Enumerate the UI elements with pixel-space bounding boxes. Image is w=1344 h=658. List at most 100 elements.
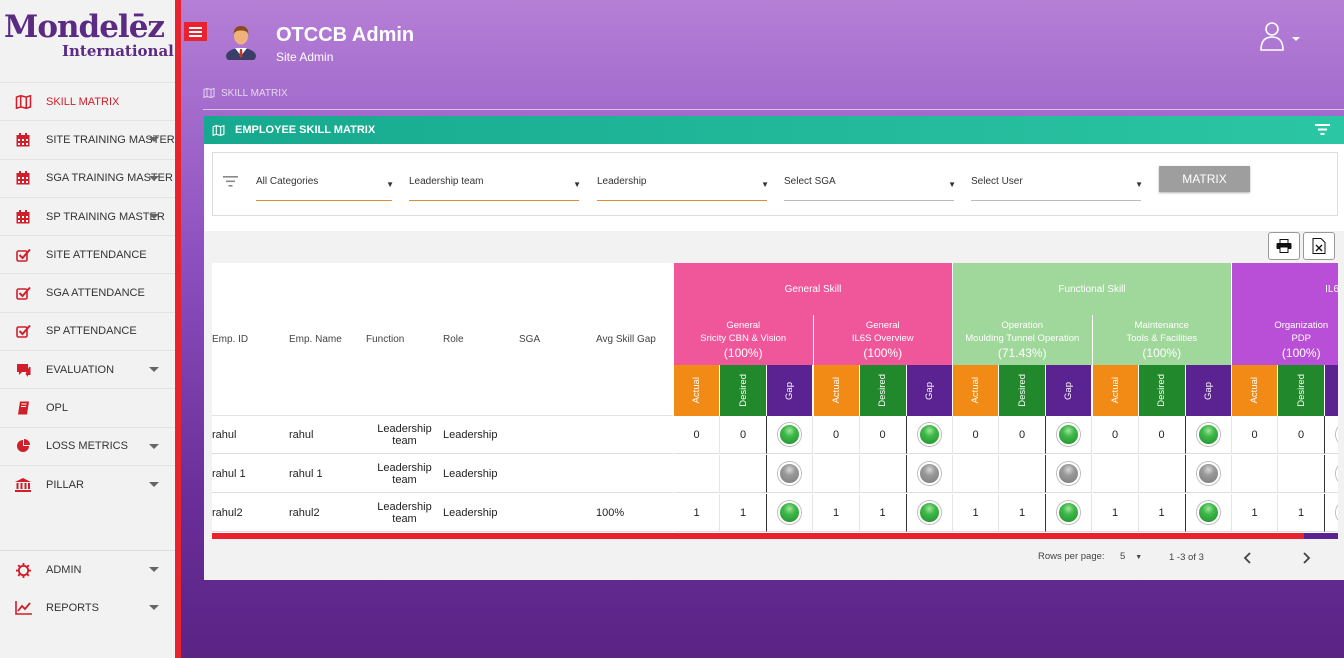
cell-desired-text: 0 — [1018, 428, 1026, 441]
skill-pct: (71.43%) — [997, 346, 1047, 361]
chevron-down-icon — [149, 605, 159, 611]
category-header: General Skill — [674, 263, 953, 315]
cell-role-text: Leadership — [443, 428, 498, 441]
logo-brand: Mondelēz — [4, 9, 165, 45]
dropdown-arrow-icon: ▼ — [1135, 554, 1143, 561]
skill-header: General IL6S Overview (100%) — [813, 315, 953, 365]
sga-select[interactable]: Select SGA ▼ — [784, 171, 956, 201]
skill-l1: General — [726, 320, 761, 332]
cell-gap — [1046, 494, 1092, 532]
sidebar-item-site-training-master[interactable]: SITE TRAINING MASTER — [0, 120, 175, 158]
cell-id-text: rahul 1 — [212, 467, 246, 480]
page-range: 1 -3 of 3 — [1169, 552, 1204, 563]
sidebar-item-sga-attendance[interactable]: SGA ATTENDANCE — [0, 273, 175, 311]
sidebar-item-sga-training-master[interactable]: SGA TRAINING MASTER — [0, 158, 175, 197]
sub-header-gap: Gap — [1185, 365, 1232, 416]
breadcrumb-label[interactable]: SKILL MATRIX — [221, 88, 288, 99]
matrix-button[interactable]: MATRIX — [1159, 166, 1250, 192]
sub-header-desired: Desired — [1278, 365, 1325, 416]
cell-desired — [859, 455, 907, 493]
filter-icon[interactable] — [1315, 124, 1330, 135]
horizontal-scrollbar[interactable] — [212, 533, 1338, 539]
role-select[interactable]: Leadership ▼ — [597, 171, 769, 201]
user-value: Select User — [971, 176, 1023, 187]
sidebar-item-label: REPORTS — [46, 602, 99, 615]
cell-gap — [1325, 455, 1338, 493]
sidebar-item-sp-attendance[interactable]: SP ATTENDANCE — [0, 311, 175, 350]
sidebar-item-skill-matrix[interactable]: SKILL MATRIX — [0, 82, 175, 120]
category-header: IL6S & Leadership S — [1232, 263, 1338, 315]
dropdown-arrow-icon: ▼ — [761, 180, 769, 189]
skill-header: Operation Moulding Tunnel Operation (71.43… — [953, 315, 1093, 365]
rows-per-page-select[interactable]: 5 ▼ — [1120, 551, 1142, 562]
sub-header-gap: Gap — [767, 365, 813, 416]
cell-name-text: rahul2 — [289, 506, 320, 519]
cell-desired — [1278, 455, 1325, 493]
function-value: Leadership team — [409, 176, 484, 187]
sub-header-actual: Actual — [1232, 365, 1278, 416]
app-title: OTCCB Admin — [276, 24, 415, 46]
sidebar: Mondelēz International SKILL MATRIX SITE … — [0, 0, 181, 658]
map-icon — [12, 93, 34, 111]
sidebar-item-opl[interactable]: OPL — [0, 388, 175, 426]
gap-status-icon — [1057, 462, 1080, 485]
sidebar-item-site-attendance[interactable]: SITE ATTENDANCE — [0, 235, 175, 273]
cell-desired-text: 1 — [1018, 506, 1026, 519]
skill-matrix-table: Emp. ID Emp. Name Function Role SGA Avg Skill… — [212, 263, 1338, 539]
skill-header: General Sricity CBN & Vision (100%) — [674, 315, 814, 365]
pagination: Rows per page: 5 ▼ 1 -3 of 3 — [204, 543, 1344, 573]
print-button[interactable] — [1268, 232, 1300, 260]
sidebar-item-admin[interactable]: ADMIN — [0, 551, 175, 589]
sub-header-gap: Gap — [1325, 365, 1338, 416]
cell-actual-text: 1 — [693, 506, 700, 519]
sidebar-item-sp-training-master[interactable]: SP TRAINING MASTER — [0, 196, 175, 235]
column-header-0-text: Emp. ID — [212, 333, 249, 345]
next-page-button[interactable] — [1302, 552, 1311, 564]
cell-avg: 100% — [596, 494, 673, 532]
cell-desired: 0 — [1278, 416, 1325, 454]
category-select[interactable]: All Categories ▼ — [256, 171, 394, 201]
user-account-dropdown[interactable] — [1258, 20, 1304, 52]
column-header-5: Avg Skill Gap — [596, 263, 673, 416]
chevron-down-icon — [149, 213, 159, 219]
skill-header: Organization PDP (100%) — [1232, 315, 1338, 365]
cell-function-text: Leadership team — [377, 461, 432, 486]
scrollbar-thumb[interactable] — [212, 533, 1304, 539]
user-select[interactable]: Select User ▼ — [971, 171, 1143, 201]
sub-header-desired-text: Desired — [1295, 374, 1307, 407]
sub-header-gap-text: Gap — [923, 381, 935, 400]
panel-header: EMPLOYEE SKILL MATRIX — [204, 116, 1344, 144]
sub-header-desired-text: Desired — [737, 374, 749, 407]
cell-actual: 0 — [813, 416, 860, 454]
skill-l1: Operation — [1001, 320, 1044, 332]
sidebar-item-reports[interactable]: REPORTS — [0, 589, 175, 627]
category-header-text: General Skill — [784, 283, 842, 295]
sidebar-item-loss-metrics[interactable]: LOSS METRICS — [0, 426, 175, 465]
cell-gap — [1325, 416, 1338, 454]
skill-pct: (100%) — [723, 346, 763, 361]
cell-actual-text: 1 — [1111, 506, 1119, 519]
rows-per-page-label: Rows per page: — [1038, 551, 1105, 562]
previous-page-button[interactable] — [1243, 552, 1252, 564]
sub-header-desired-text: Desired — [877, 374, 888, 407]
cell-id: rahul — [212, 416, 289, 454]
sidebar-item-evaluation[interactable]: EVALUATION — [0, 350, 175, 388]
cell-actual — [1232, 455, 1278, 493]
hamburger-menu-button[interactable] — [184, 22, 207, 41]
gap-status-icon — [778, 423, 801, 446]
function-select[interactable]: Leadership team ▼ — [409, 171, 581, 201]
excel-export-button[interactable] — [1303, 232, 1335, 260]
gap-status-icon — [778, 501, 801, 524]
column-header-4-text: SGA — [519, 333, 541, 345]
cell-id-text: rahul — [212, 428, 237, 441]
skill-pct: (100%) — [863, 346, 903, 361]
cell-avg-text: 100% — [596, 506, 625, 519]
filter-icon — [223, 176, 238, 187]
skill-header: Maintenance Tools & Facilities (100%) — [1092, 315, 1232, 365]
sidebar-item-pillar[interactable]: PILLAR — [0, 464, 175, 503]
logo-sub: International — [62, 42, 174, 60]
sub-header-actual-text: Actual — [970, 377, 981, 404]
checkbox-icon — [12, 322, 34, 340]
sub-header-gap: Gap — [906, 365, 953, 416]
cell-desired: 1 — [1138, 494, 1186, 532]
